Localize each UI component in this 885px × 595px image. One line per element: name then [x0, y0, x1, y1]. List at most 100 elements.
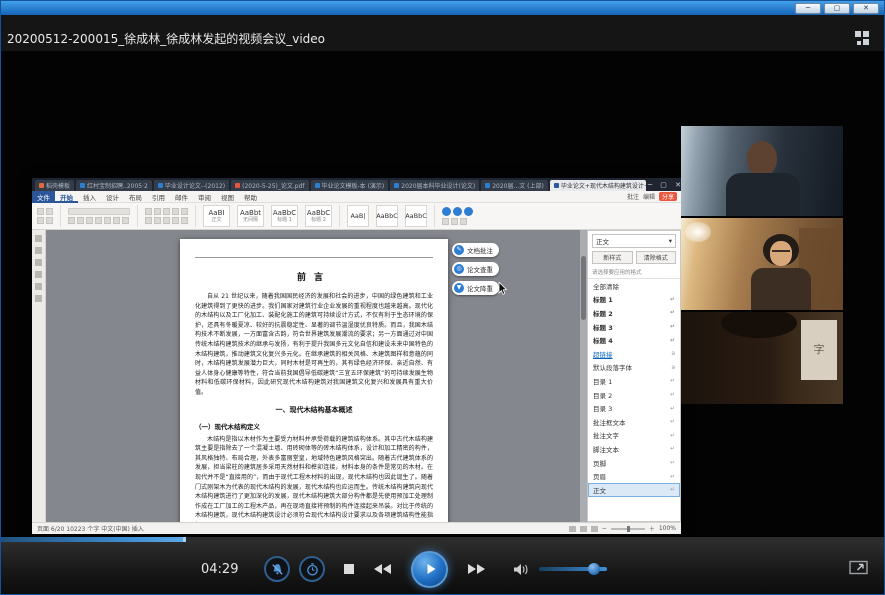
style-item: 脚注文本 ↵ [593, 445, 675, 454]
doc-sub-heading: （一）现代木结构定义 [195, 422, 260, 431]
ribbon-tab: 审阅 [198, 193, 211, 202]
document-tab: 毕业论文模板-本 (演示) [310, 179, 389, 191]
playback-control-bar: 04:29 [1, 542, 884, 594]
maximize-button[interactable]: ▢ [824, 2, 850, 14]
fast-forward-icon [468, 564, 486, 574]
participant-2-body [751, 268, 811, 310]
document-scrollbar [580, 230, 587, 522]
word-left-toolbar [32, 230, 46, 522]
volume-slider[interactable] [539, 563, 608, 575]
video-title: 20200512-200015_徐成林_徐成林发起的视频会议_video [7, 32, 325, 46]
ribbon-tab: 设计 [106, 193, 119, 202]
video-content-area[interactable]: 稻壳模板 红村宝制招聘..2005·2 毕业设计论文--(2012) (2020… [1, 51, 884, 536]
stop-button[interactable] [343, 563, 355, 575]
find-icon [442, 207, 451, 216]
view-icon [579, 525, 587, 532]
ribbon-tab-bar: 文件 开始 插入 设计 布局 引用 邮件 审阅 视图 帮助 批注 编辑 分享 [32, 190, 681, 203]
ribbon-tab: 帮助 [244, 193, 257, 202]
style-item: 全部清除 [593, 282, 619, 291]
rewind-icon [374, 564, 392, 574]
timer-button[interactable] [299, 556, 326, 582]
webcam-feed-3: 字 [681, 312, 843, 404]
document-tab: 红村宝制招聘..2005·2 [76, 179, 152, 191]
doc-annotate-button: ✎ 文档批注 [452, 243, 499, 257]
document-tab: (2020-5-25)_论文.pdf [231, 179, 309, 191]
style-item: 批注文字 ↵ [593, 431, 675, 441]
styles-hint: 请选择要应用的格式 [588, 267, 680, 279]
wall-calligraphy: 字 [801, 320, 837, 380]
screenshare-word-window: 稻壳模板 红村宝制招聘..2005·2 毕业设计论文--(2012) (2020… [32, 178, 681, 534]
participant-2-glasses [772, 250, 790, 252]
webcam-feed-2 [681, 218, 843, 310]
stop-icon [344, 564, 355, 574]
view-icon [568, 525, 576, 532]
participant-1-face [747, 141, 777, 176]
style-item: 超链接 a [593, 350, 675, 359]
style-item: 标题 4 ↵ [593, 336, 675, 346]
clipboard-group [37, 208, 53, 224]
status-left: 页面 6/20 10223 个字 中文(中国) 插入 [37, 526, 144, 533]
style-gallery-item: AaBI 正文 [203, 205, 230, 227]
ribbon-tab-file: 文件 [32, 190, 55, 203]
new-style-button: 新样式 [592, 251, 633, 264]
style-item: 标题 2 ↵ [593, 309, 675, 318]
document-page: 前言 自从 21 世纪以来，随着我国国民经济的发展和社会的进步，中国的绿色建筑和… [180, 239, 448, 522]
mouse-cursor [498, 282, 507, 295]
annotate-icon: ✎ [454, 245, 464, 255]
document-canvas: 前言 自从 21 世纪以来，随着我国国民经济的发展和社会的进步，中国的绿色建筑和… [46, 230, 587, 522]
select-icon [464, 207, 473, 216]
forward-button[interactable] [467, 563, 486, 575]
zoom-slider [610, 525, 645, 532]
mute-bell-icon [272, 563, 283, 575]
comment-chip: 批注 [626, 194, 639, 201]
time-display: 04:29 [201, 561, 239, 577]
minimize-button[interactable]: ─ [795, 2, 821, 14]
style-item: 标题 1 ↵ [593, 295, 675, 305]
ribbon-content: AaBI 正文 AaBbt 无间隔 AaBbC 标题 1 AaBbC 标题 2 AaB|… [32, 203, 681, 230]
style-item: 页眉 ↵ [593, 472, 675, 482]
style-item: 标题 3 ↵ [593, 323, 675, 332]
ribbon-tab: 插入 [83, 193, 96, 202]
dedup-button: ▼ 论文降重 [452, 281, 499, 295]
style-gallery-item: AaBbt 无间隔 [237, 205, 264, 227]
style-item: 默认段落字体 a [593, 363, 675, 373]
header-rule [195, 257, 433, 258]
editing-group [442, 207, 473, 225]
fullscreen-icon [849, 560, 868, 575]
zoom-out-icon: − [601, 525, 607, 532]
doc-section-heading: 一、现代木结构基本概述 [275, 405, 353, 414]
document-tab: 2020届...文 (上部) [481, 179, 548, 191]
reduce-icon: ▼ [454, 283, 464, 293]
document-tab-bar: 稻壳模板 红村宝制招聘..2005·2 毕业设计论文--(2012) (2020… [32, 178, 681, 191]
style-gallery-item: AaBbC 标题 1 [271, 205, 298, 227]
play-button[interactable] [411, 550, 449, 588]
style-gallery-item-right: AaBbC [376, 205, 398, 227]
close-button[interactable]: ✕ [853, 2, 879, 14]
ribbon-tab: 视图 [221, 193, 234, 202]
webcam-feed-1 [681, 126, 843, 216]
chevron-down-icon: ▾ [668, 237, 672, 245]
volume-icon[interactable] [513, 563, 530, 576]
view-icon [590, 525, 598, 532]
volume-knob[interactable] [588, 563, 601, 575]
timer-clock-icon [307, 562, 318, 575]
rewind-button[interactable] [373, 563, 392, 575]
fullscreen-button[interactable] [849, 560, 868, 578]
style-item: 批注框文本 ↵ [593, 418, 675, 427]
style-gallery-item-right: AaBbC [405, 205, 427, 227]
ribbon-tab: 布局 [129, 193, 142, 202]
mute-button[interactable] [264, 556, 291, 582]
edit-chip: 编辑 [642, 194, 655, 201]
lamp-glow [685, 222, 711, 242]
paragraph-group [145, 208, 188, 224]
replace-icon [453, 207, 462, 216]
document-tab-active: 毕业论文+现代木结构建筑设计+800x600 [549, 179, 646, 191]
ribbon-tab: 邮件 [175, 193, 188, 202]
clear-format-button: 清除格式 [635, 251, 676, 264]
participant-1-body [726, 173, 800, 216]
doc-heading: 前言 [296, 273, 331, 283]
document-tab: 2020届本科毕业设计(论文) [390, 179, 480, 191]
zoom-in-icon: ＋ [648, 526, 655, 533]
ribbon-tab: 引用 [152, 193, 165, 202]
layout-grid-icon[interactable] [855, 31, 870, 45]
